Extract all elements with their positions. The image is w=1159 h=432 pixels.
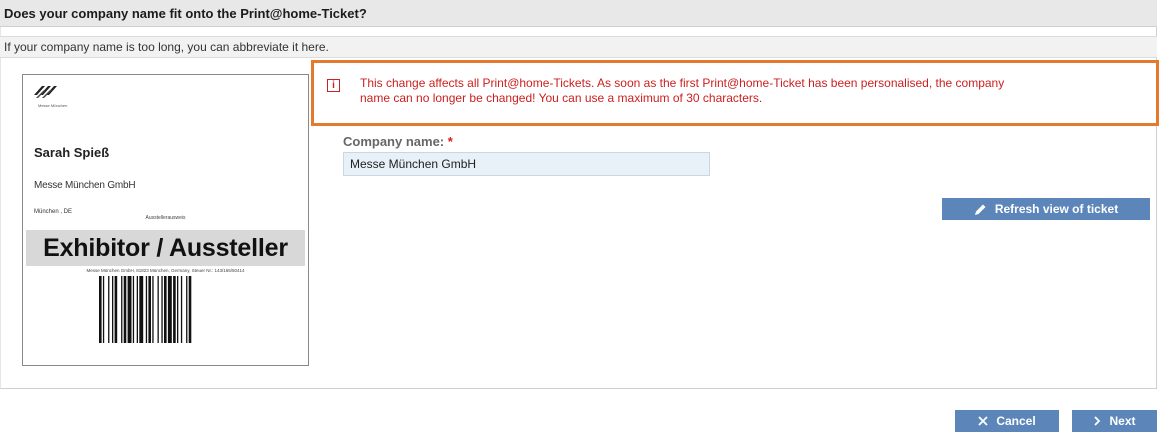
refresh-ticket-label: Refresh view of ticket <box>994 202 1119 216</box>
company-name-input[interactable] <box>343 152 710 176</box>
pencil-icon <box>974 204 986 215</box>
cancel-button[interactable]: Cancel <box>955 410 1059 432</box>
barcode-icon <box>99 276 192 343</box>
info-icon: i <box>327 79 340 92</box>
ticket-pass-label: Ausstellerausweis <box>145 215 186 221</box>
notice-line-1: This change affects all Print@home-Ticke… <box>360 76 1005 90</box>
notice-text: This change affects all Print@home-Ticke… <box>360 76 1140 106</box>
panel-title: Does your company name fit onto the Prin… <box>0 0 1157 27</box>
ticket-holder-name: Sarah Spieß <box>34 145 110 160</box>
refresh-ticket-button[interactable]: Refresh view of ticket <box>942 198 1150 220</box>
ticket-preview: Messe München Sarah Spieß Messe München … <box>22 74 309 366</box>
panel-subtitle: If your company name is too long, you ca… <box>0 36 1157 58</box>
chevron-right-icon <box>1094 416 1101 426</box>
required-marker: * <box>447 134 453 149</box>
company-logo-icon <box>34 86 57 98</box>
company-name-label: Company name: * <box>343 134 453 149</box>
company-name-label-text: Company name: <box>343 134 445 149</box>
notice-line-2: name can no longer be changed! You can u… <box>360 91 763 105</box>
ticket-type-banner: Exhibitor / Aussteller <box>26 230 305 266</box>
close-icon <box>978 416 988 426</box>
ticket-company-name: Messe München GmbH <box>34 180 136 191</box>
next-button[interactable]: Next <box>1072 410 1157 432</box>
ticket-address: Messe München GmbH, 81823 München, Germa… <box>86 268 245 273</box>
cancel-label: Cancel <box>996 414 1036 428</box>
logo-caption: Messe München <box>38 103 68 108</box>
warning-notice: i This change affects all Print@home-Tic… <box>311 60 1159 126</box>
next-label: Next <box>1109 414 1136 428</box>
